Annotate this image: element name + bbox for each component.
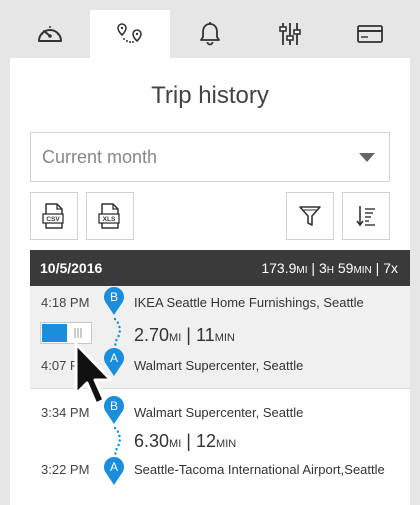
filter-button[interactable] [286,192,334,240]
day-trip-count: 7x [383,260,398,276]
grip-icon [74,328,82,338]
trip-duration: 11 [196,325,215,345]
start-marker-icon: A [103,456,125,486]
start-marker-label: A [110,460,118,474]
tab-dashboard[interactable] [10,10,90,58]
trip-distance-unit: mi [169,332,182,344]
trip-end-time: 4:18 PM [41,295,90,310]
csv-label: CSV [46,216,60,223]
trip-metrics: 6.30mi | 12min [134,431,236,452]
chevron-down-icon [359,153,375,162]
tab-notifications[interactable] [170,10,250,58]
day-duration-hours: 3 [318,260,327,276]
trip-end-place: IKEA Seattle Home Furnishings, Seattle [134,295,364,310]
day-date: 10/5/2016 [40,260,103,276]
sort-icon [356,206,375,227]
mouse-pointer-icon [74,342,113,406]
trip-start-place: Seattle-Tacoma International Airport,Sea… [134,462,385,477]
day-summary-header: 10/5/2016 173.9mi | 3H 59min | 7x [30,250,410,286]
separator: | [186,325,191,345]
trip-duration: 12 [196,431,217,451]
trip-distance: 6.30 [134,431,170,451]
trip-metrics: 2.70mi | 11min [134,325,235,346]
end-marker-icon: B [103,286,125,316]
day-distance: 173.9 [261,260,297,276]
period-select-value: Current month [42,146,158,167]
day-summary: 173.9mi | 3H 59min | 7x [261,260,398,276]
day-distance-unit: mi [296,265,308,276]
route-icon [117,23,142,43]
tab-billing[interactable] [330,10,410,58]
separator: | [375,260,380,276]
separator: | [311,260,316,276]
day-duration-minutes-unit: min [353,265,372,276]
period-select[interactable]: Current month [30,132,390,182]
xls-file-icon: XLS [98,203,120,229]
sliders-icon [279,23,301,45]
page-title: Trip history [151,82,269,109]
credit-card-icon [357,25,383,43]
trip-end-place: Walmart Supercenter, Seattle [134,405,304,420]
top-tab-bar [10,10,410,58]
funnel-icon [299,206,321,226]
xls-label: XLS [103,216,116,223]
trip-history-panel: Trip history Current month CSV XLS 10/5/… [10,58,410,505]
bell-icon [200,22,220,46]
separator: | [186,431,191,451]
trip-start-place: Walmart Supercenter, Seattle [134,358,304,373]
toggle-fill [42,324,67,342]
trip-distance: 2.70 [134,325,170,345]
tab-settings[interactable] [250,10,330,58]
end-marker-label: B [110,290,118,304]
trip-distance-unit: mi [169,438,182,450]
tab-trips[interactable] [90,10,170,58]
speedometer-icon [38,26,62,42]
csv-file-icon: CSV [42,203,64,229]
trip-start-time: 3:22 PM [41,462,90,477]
day-duration-hours-unit: H [326,265,334,276]
export-csv-button[interactable]: CSV [30,192,78,240]
export-xls-button[interactable]: XLS [86,192,134,240]
sort-button[interactable] [342,192,390,240]
trip-duration-unit: min [216,438,237,450]
route-dots [113,426,121,456]
day-duration-minutes: 59 [337,260,354,276]
trip-duration-unit: min [214,332,235,344]
